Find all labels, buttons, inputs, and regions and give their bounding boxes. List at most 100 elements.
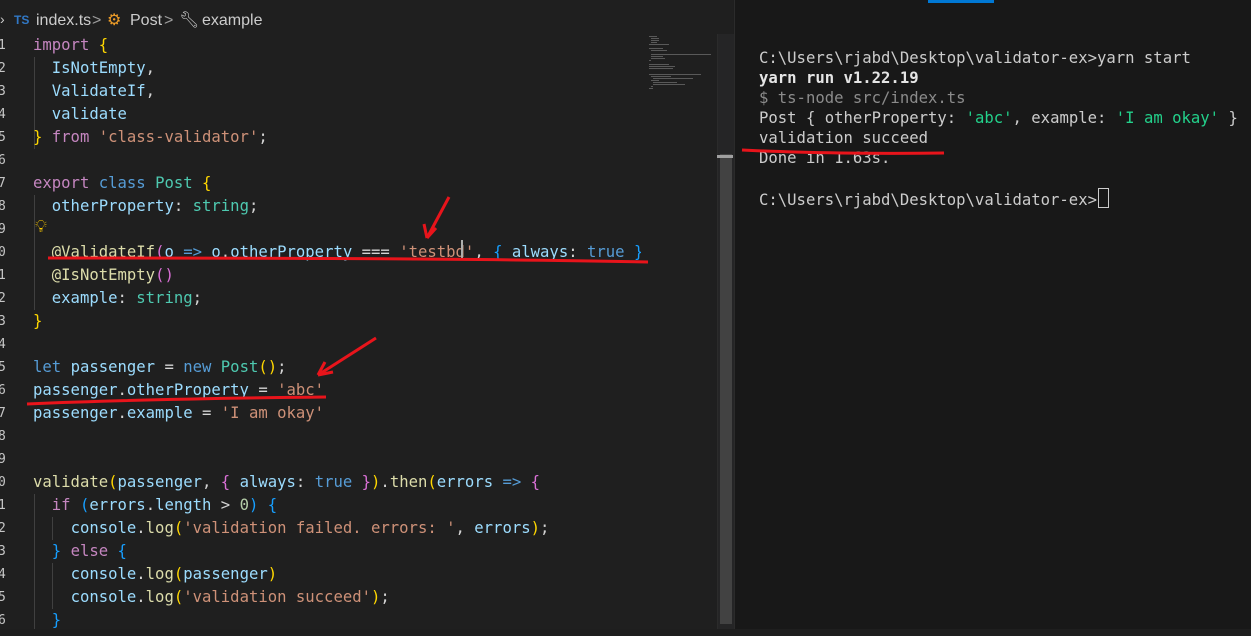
code-line[interactable]: import { [33, 34, 108, 57]
code-line[interactable]: } [33, 310, 42, 333]
code-line[interactable]: ValidateIf, [33, 80, 155, 103]
code-token: === [352, 243, 400, 261]
code-line[interactable]: passenger.otherProperty = 'abc' [33, 379, 324, 402]
code-token: passenger [70, 358, 156, 376]
code-line[interactable]: @ValidateIf(o => o.otherProperty === 'te… [33, 241, 653, 264]
code-lines[interactable]: import { IsNotEmpty, ValidateIf, validat… [33, 34, 653, 629]
code-token: , [455, 519, 475, 537]
code-token: IsNotEmpty [51, 59, 146, 77]
terminal-token: } [1219, 109, 1238, 127]
code-token: () [258, 358, 278, 376]
code-line[interactable]: console.log(passenger) [33, 563, 278, 586]
line-number: 6 [0, 153, 6, 168]
code-token: { [220, 473, 231, 491]
code-token: ; [277, 358, 287, 376]
line-number: 7 [0, 406, 6, 421]
code-token: : [117, 289, 137, 307]
code-line[interactable]: if (errors.length > 0) { [33, 494, 277, 517]
line-number: 1 [0, 268, 6, 283]
code-token: ) [530, 519, 541, 537]
code-token: otherProperty [126, 381, 249, 399]
terminal-line: Done in 1.63s. [759, 148, 890, 168]
code-token: 'I am okay' [220, 404, 325, 422]
symbol-property-icon: 🔧︎ [179, 12, 200, 29]
ts-file-icon: TS [14, 13, 30, 27]
code-token: ) [267, 565, 278, 583]
code-token: always [239, 473, 296, 491]
code-token: string [192, 197, 249, 215]
code-token: 'abc' [277, 381, 325, 399]
terminal-line: $ ts-node src/index.ts [759, 88, 966, 108]
code-token: console [70, 588, 137, 606]
code-token: } [361, 473, 372, 491]
terminal-token: , [1012, 109, 1032, 127]
code-token: ( [79, 496, 90, 514]
code-token: always [511, 243, 569, 261]
code-token: } [51, 542, 62, 560]
code-token: length [155, 496, 212, 514]
vertical-scrollbar[interactable] [717, 34, 734, 629]
code-line[interactable]: passenger.example = 'I am okay' [33, 402, 324, 425]
code-token: : [295, 473, 315, 491]
code-token: ( [427, 473, 437, 491]
code-token: errors [89, 496, 146, 514]
code-token: : [173, 197, 193, 215]
code-line[interactable]: example: string; [33, 287, 202, 310]
terminal-tab-indicator[interactable] [928, 0, 994, 3]
chevron-right-icon[interactable]: › [0, 11, 5, 27]
lightbulb-icon[interactable]: 💡︎ [35, 217, 47, 237]
breadcrumb-class[interactable]: Post [130, 12, 162, 30]
line-number: 6 [0, 383, 6, 398]
line-number: 3 [0, 314, 6, 329]
code-line[interactable]: } from 'class-validator'; [33, 126, 268, 149]
code-line[interactable]: IsNotEmpty, [33, 57, 155, 80]
code-line[interactable]: console.log('validation succeed'); [33, 586, 390, 609]
terminal-line: C:\Users\rjabd\Desktop\validator-ex> [759, 188, 1109, 209]
code-token: . [136, 519, 146, 537]
code-line[interactable]: otherProperty: string; [33, 195, 259, 218]
line-number: 2 [0, 291, 6, 306]
code-token: } [51, 611, 62, 629]
code-token: errors [436, 473, 494, 491]
code-line[interactable]: let passenger = new Post(); [33, 356, 287, 379]
code-token: = [248, 381, 278, 399]
line-number: 5 [0, 590, 6, 605]
code-line[interactable]: console.log('validation failed. errors: … [33, 517, 550, 540]
code-token: , [474, 243, 494, 261]
scrollbar-thumb[interactable] [720, 154, 732, 624]
code-token: then [389, 473, 428, 491]
code-token: 'testbd' [399, 243, 475, 261]
code-line[interactable]: } else { [33, 540, 127, 563]
code-token: true [314, 473, 353, 491]
symbol-class-icon: ⚙ [107, 12, 122, 29]
code-line[interactable]: export class Post { [33, 172, 211, 195]
line-number: 5 [0, 130, 6, 145]
code-token: let [33, 358, 62, 376]
line-number: 0 [0, 475, 6, 490]
terminal-text: C:\Users\rjabd\Desktop\validator-ex>yarn… [759, 49, 1191, 67]
line-number: 4 [0, 567, 6, 582]
breadcrumb-file[interactable]: index.ts [36, 12, 91, 30]
code-line[interactable]: @IsNotEmpty() [33, 264, 174, 287]
code-token: import [33, 36, 90, 54]
code-token: ) [248, 496, 259, 514]
terminal-panel[interactable]: C:\Users\rjabd\Desktop\validator-ex> yarn… [734, 0, 1251, 629]
code-editor[interactable]: › TS index.ts > ⚙ Post > 🔧︎ example 1 2 3 4… [0, 0, 734, 629]
line-number-gutter: 1 2 3 4 5 6 7 8 9 0 1 2 3 4 5 6 7 8 9 0 1 2 3 4 5 6 [0, 34, 22, 629]
minimap[interactable] [641, 34, 717, 629]
code-token: => [183, 243, 203, 261]
code-line[interactable]: validate(passenger, { always: true }).th… [33, 471, 540, 494]
breadcrumb-property[interactable]: example [202, 12, 262, 30]
terminal-token: example [1031, 109, 1098, 127]
code-token: passenger [183, 565, 268, 583]
code-line[interactable]: validate [33, 103, 127, 126]
